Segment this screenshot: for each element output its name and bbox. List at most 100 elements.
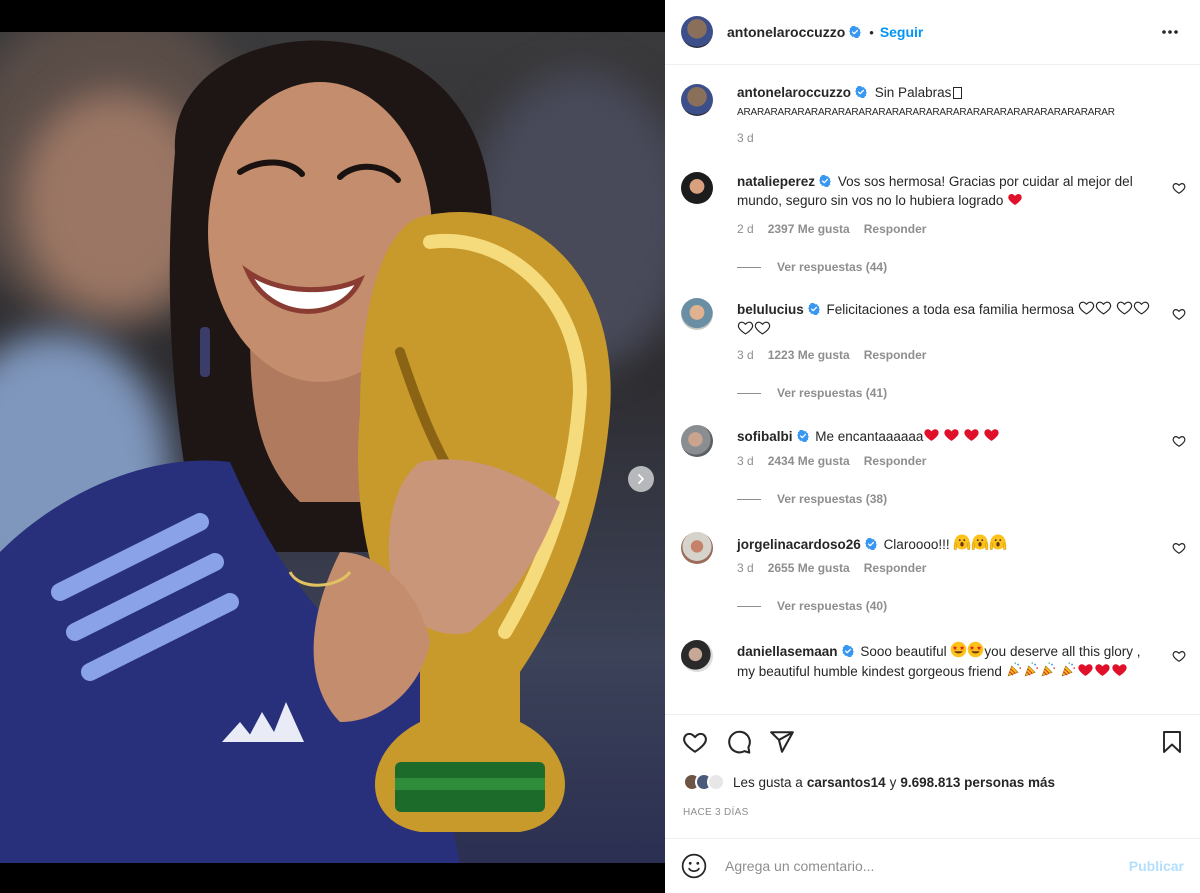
white-heart-icon <box>754 319 771 336</box>
white-heart-icon <box>1116 299 1133 316</box>
heart-outline-icon[interactable] <box>1172 434 1186 448</box>
share-icon[interactable] <box>769 729 795 755</box>
red-heart-icon <box>943 426 960 443</box>
star-struck-icon <box>950 641 967 658</box>
emoji-icon[interactable] <box>681 853 707 879</box>
red-heart-icon <box>963 426 980 443</box>
heart-outline-icon[interactable] <box>1172 541 1186 555</box>
comment-time: 3 d <box>737 561 754 575</box>
post-header: antonelaroccuzzo • Seguir <box>665 0 1200 65</box>
view-replies-button[interactable]: Ver respuestas (38) <box>737 492 887 506</box>
verified-icon <box>797 430 809 442</box>
view-replies-button[interactable]: Ver respuestas (41) <box>737 386 887 400</box>
heart-outline-icon[interactable] <box>1172 649 1186 663</box>
comment-icon[interactable] <box>726 729 752 755</box>
verified-icon <box>808 303 820 315</box>
comment-username[interactable]: belulucius <box>737 302 804 317</box>
reply-button[interactable]: Responder <box>864 454 927 468</box>
screaming-face-icon <box>953 533 971 551</box>
verified-icon <box>842 645 854 657</box>
heart-outline-icon[interactable] <box>1172 181 1186 195</box>
white-heart-icon <box>1133 299 1150 316</box>
caption-continuation: ARARARARARARARARARARARARARARARARARARARAR… <box>737 107 1115 118</box>
post-media <box>0 0 665 893</box>
author-avatar[interactable] <box>681 16 713 48</box>
star-struck-icon <box>967 641 984 658</box>
header-separator: • <box>869 24 874 40</box>
reply-button[interactable]: Responder <box>864 561 927 575</box>
commenter-avatar[interactable] <box>681 425 713 457</box>
missing-glyph-icon <box>953 87 963 99</box>
commenter-avatar[interactable] <box>681 532 713 564</box>
post-time[interactable]: HACE 3 DÍAS <box>683 807 749 818</box>
comment-likes[interactable]: 2655 Me gusta <box>768 561 850 575</box>
commenter-avatar[interactable] <box>681 298 713 330</box>
photo-illustration <box>0 40 611 863</box>
comment-item: sofibalbi Me encantaaaaaa 3 d 2434 Me gu… <box>681 425 1186 525</box>
comment-username[interactable]: sofibalbi <box>737 429 793 444</box>
comment-likes[interactable]: 1223 Me gusta <box>768 348 850 362</box>
comment-text-part-1: Sooo beautiful <box>860 644 947 659</box>
post-side-panel: antonelaroccuzzo • Seguir antonelaroccuz… <box>665 0 1200 893</box>
like-heart-icon[interactable] <box>682 729 708 755</box>
comment-item: daniellasemaan Sooo beautiful you deserv… <box>681 640 1186 713</box>
publish-button[interactable]: Publicar <box>1129 858 1184 874</box>
white-heart-icon <box>1078 299 1095 316</box>
post-photo[interactable] <box>0 32 665 863</box>
red-heart-icon <box>1077 661 1094 678</box>
author-username[interactable]: antonelaroccuzzo <box>727 24 845 40</box>
comment-likes[interactable]: 2397 Me gusta <box>768 222 850 236</box>
reply-button[interactable]: Responder <box>864 222 927 236</box>
comment-item: natalieperez Vos sos hermosa! Gracias po… <box>681 172 1186 282</box>
likes-prefix: Les gusta a <box>733 774 803 790</box>
red-heart-icon <box>1094 661 1111 678</box>
screaming-face-icon <box>989 533 1007 551</box>
party-popper-icon <box>1040 661 1057 678</box>
comment-item: jorgelinacardoso26 Claroooo!!! 3 d 2655 … <box>681 532 1186 632</box>
commenter-avatar[interactable] <box>681 172 713 204</box>
comment-time: 3 d <box>737 454 754 468</box>
reply-button[interactable]: Responder <box>864 348 927 362</box>
verified-icon <box>865 538 877 550</box>
more-icon[interactable] <box>1160 22 1180 42</box>
comment-text: Me encantaaaaaa <box>815 429 924 444</box>
view-replies-button[interactable]: Ver respuestas (40) <box>737 599 887 613</box>
instagram-post-modal: antonelaroccuzzo • Seguir antonelaroccuz… <box>0 0 1200 893</box>
next-slide-button[interactable] <box>628 466 654 492</box>
comment-likes[interactable]: 2434 Me gusta <box>768 454 850 468</box>
comment-username[interactable]: natalieperez <box>737 174 815 189</box>
red-heart-icon <box>983 426 1000 443</box>
commenter-avatar[interactable] <box>681 640 713 672</box>
liker-username[interactable]: carsantos14 <box>807 775 886 790</box>
post-actions: Les gusta a carsantos14 y 9.698.813 pers… <box>665 714 1200 834</box>
comment-composer: Publicar <box>665 838 1200 893</box>
comment-time: 2 d <box>737 222 754 236</box>
comment-input[interactable] <box>725 858 1129 874</box>
caption-time: 3 d <box>737 131 754 145</box>
verified-icon <box>849 26 861 38</box>
bookmark-icon[interactable] <box>1160 729 1184 755</box>
red-heart-icon <box>1111 661 1128 678</box>
party-popper-icon <box>1006 661 1023 678</box>
red-heart-icon <box>1007 191 1023 207</box>
comments-list[interactable]: antonelaroccuzzo Sin Palabras ARARARARAR… <box>665 66 1200 713</box>
comment-username[interactable]: daniellasemaan <box>737 644 838 659</box>
author-avatar[interactable] <box>681 84 713 116</box>
comment-username[interactable]: jorgelinacardoso26 <box>737 537 861 552</box>
likers-avatars[interactable] <box>683 773 725 791</box>
likes-middle: y <box>889 774 897 790</box>
likes-count[interactable]: 9.698.813 personas más <box>900 775 1055 790</box>
verified-icon <box>855 86 867 98</box>
screaming-face-icon <box>971 533 989 551</box>
view-replies-label: Ver respuestas (41) <box>777 386 888 400</box>
caption-username[interactable]: antonelaroccuzzo <box>737 85 851 100</box>
follow-button[interactable]: Seguir <box>880 24 924 40</box>
white-heart-icon <box>1095 299 1112 316</box>
likes-summary: Les gusta a carsantos14 y 9.698.813 pers… <box>683 773 1055 791</box>
heart-outline-icon[interactable] <box>1172 307 1186 321</box>
comment-item: belulucius Felicitaciones a toda esa fam… <box>681 298 1186 408</box>
caption: antonelaroccuzzo Sin Palabras ARARARARAR… <box>681 84 1186 154</box>
party-popper-icon <box>1023 661 1040 678</box>
red-heart-icon <box>923 426 940 443</box>
view-replies-button[interactable]: Ver respuestas (44) <box>737 260 887 274</box>
